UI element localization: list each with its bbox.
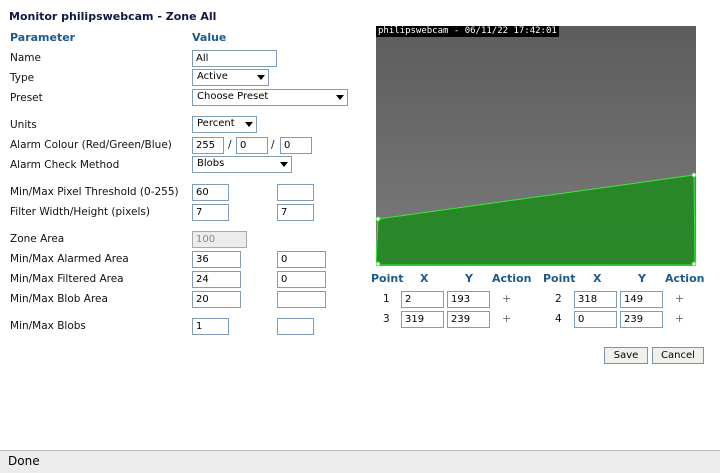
save-button[interactable]: Save bbox=[604, 347, 648, 364]
chevron-down-icon bbox=[243, 118, 255, 131]
type-select[interactable]: Active bbox=[192, 69, 269, 86]
max-filtered-area-input[interactable] bbox=[277, 271, 326, 288]
value-header: Value bbox=[192, 31, 227, 44]
y-col-header: Y bbox=[465, 272, 473, 285]
point-number: 3 bbox=[383, 313, 390, 325]
min-pixel-threshold-input[interactable] bbox=[192, 184, 229, 201]
max-blobs-input[interactable] bbox=[277, 318, 314, 335]
chevron-down-icon bbox=[334, 91, 346, 104]
filter-height-input[interactable] bbox=[277, 204, 314, 221]
min-alarmed-area-input[interactable] bbox=[192, 251, 241, 268]
point-2-x-input[interactable] bbox=[574, 291, 617, 308]
blob-area-label: Min/Max Blob Area bbox=[10, 293, 108, 305]
zone-point-handle[interactable] bbox=[376, 261, 381, 266]
camera-timestamp: philipswebcam - 06/11/22 17:42:01 bbox=[376, 26, 559, 37]
point-number: 2 bbox=[555, 293, 562, 305]
blobs-label: Min/Max Blobs bbox=[10, 320, 86, 332]
max-pixel-threshold-input[interactable] bbox=[277, 184, 314, 201]
point-1-y-input[interactable] bbox=[447, 291, 490, 308]
type-select-value: Active bbox=[197, 71, 228, 82]
point-number: 1 bbox=[383, 293, 390, 305]
point-2-y-input[interactable] bbox=[620, 291, 663, 308]
zone-point-handle[interactable] bbox=[691, 261, 696, 266]
y-col-header: Y bbox=[638, 272, 646, 285]
check-method-select[interactable]: Blobs bbox=[192, 156, 292, 173]
type-label: Type bbox=[10, 72, 35, 84]
min-filtered-area-input[interactable] bbox=[192, 271, 241, 288]
check-method-select-value: Blobs bbox=[197, 158, 225, 169]
min-blobs-input[interactable] bbox=[192, 318, 229, 335]
action-col-header: Action bbox=[492, 272, 532, 285]
status-text: Done bbox=[8, 454, 40, 468]
units-select[interactable]: Percent bbox=[192, 116, 257, 133]
alarm-colour-blue-input[interactable] bbox=[280, 137, 312, 154]
add-point-icon[interactable]: + bbox=[502, 292, 511, 305]
filter-width-input[interactable] bbox=[192, 204, 229, 221]
colour-separator: / bbox=[271, 139, 275, 151]
zone-point-handle[interactable] bbox=[376, 216, 381, 222]
preset-select[interactable]: Choose Preset bbox=[192, 89, 348, 106]
zone-point-handle[interactable] bbox=[691, 172, 696, 178]
pixel-threshold-label: Min/Max Pixel Threshold (0-255) bbox=[10, 186, 179, 198]
preset-select-value: Choose Preset bbox=[197, 91, 269, 102]
x-col-header: X bbox=[593, 272, 602, 285]
page-title: Monitor philipswebcam - Zone All bbox=[9, 10, 217, 23]
parameter-header: Parameter bbox=[10, 31, 76, 44]
filter-size-label: Filter Width/Height (pixels) bbox=[10, 206, 150, 218]
name-label: Name bbox=[10, 52, 41, 64]
chevron-down-icon bbox=[255, 71, 267, 84]
point-4-y-input[interactable] bbox=[620, 311, 663, 328]
max-alarmed-area-input[interactable] bbox=[277, 251, 326, 268]
alarm-colour-green-input[interactable] bbox=[236, 137, 268, 154]
filtered-area-label: Min/Max Filtered Area bbox=[10, 273, 124, 285]
add-point-icon[interactable]: + bbox=[675, 292, 684, 305]
max-blob-area-input[interactable] bbox=[277, 291, 326, 308]
zone-area-input bbox=[192, 231, 247, 248]
check-method-label: Alarm Check Method bbox=[10, 159, 120, 171]
zone-area-label: Zone Area bbox=[10, 233, 65, 245]
cancel-button[interactable]: Cancel bbox=[652, 347, 704, 364]
point-number: 4 bbox=[555, 313, 562, 325]
units-label: Units bbox=[10, 119, 37, 131]
point-3-y-input[interactable] bbox=[447, 311, 490, 328]
point-1-x-input[interactable] bbox=[401, 291, 444, 308]
add-point-icon[interactable]: + bbox=[502, 312, 511, 325]
alarm-colour-label: Alarm Colour (Red/Green/Blue) bbox=[10, 139, 172, 151]
units-select-value: Percent bbox=[197, 118, 235, 129]
alarm-colour-red-input[interactable] bbox=[192, 137, 224, 154]
chevron-down-icon bbox=[278, 158, 290, 171]
point-3-x-input[interactable] bbox=[401, 311, 444, 328]
min-blob-area-input[interactable] bbox=[192, 291, 241, 308]
point-4-x-input[interactable] bbox=[574, 311, 617, 328]
colour-separator: / bbox=[228, 139, 232, 151]
alarmed-area-label: Min/Max Alarmed Area bbox=[10, 253, 129, 265]
action-col-header: Action bbox=[665, 272, 705, 285]
name-input[interactable] bbox=[192, 50, 277, 67]
camera-image[interactable] bbox=[376, 26, 696, 266]
preset-label: Preset bbox=[10, 92, 43, 104]
zone-overlay[interactable] bbox=[376, 26, 696, 266]
status-bar: Done bbox=[0, 450, 720, 473]
point-col-header: Point bbox=[543, 272, 576, 285]
add-point-icon[interactable]: + bbox=[675, 312, 684, 325]
x-col-header: X bbox=[420, 272, 429, 285]
point-col-header: Point bbox=[371, 272, 404, 285]
